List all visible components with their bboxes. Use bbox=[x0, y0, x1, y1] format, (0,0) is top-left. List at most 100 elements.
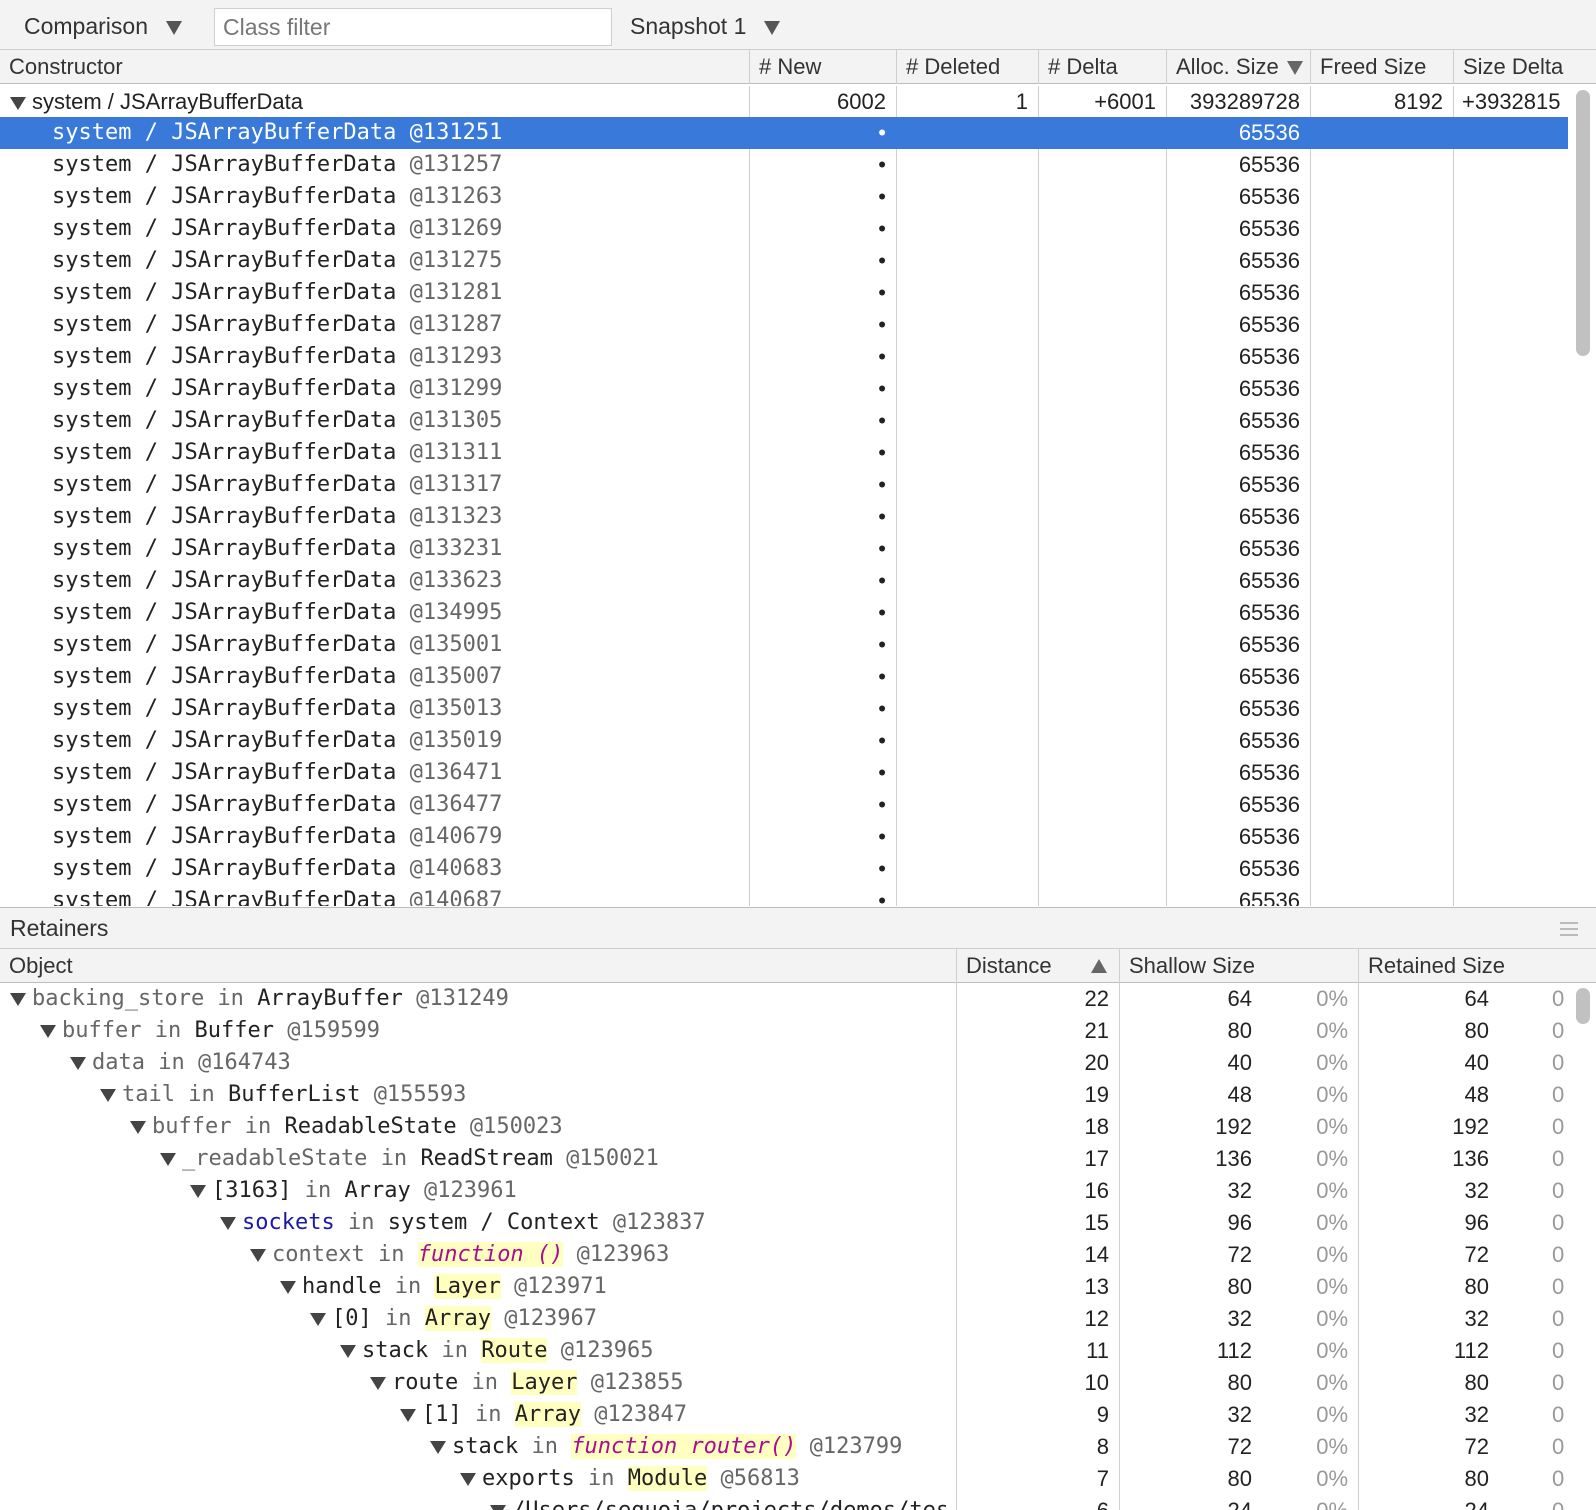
retainer-row[interactable]: route in Layer @123855 10 80 0% 80 0 bbox=[0, 1367, 1568, 1399]
instance-row[interactable]: system / JSArrayBufferData @133623 • 65536 bbox=[0, 565, 1568, 597]
retainer-row[interactable]: stack in Route @123965 11 112 0% 112 0 bbox=[0, 1335, 1568, 1367]
expand-triangle-icon[interactable] bbox=[280, 1280, 296, 1294]
instance-row[interactable]: system / JSArrayBufferData @131275 • 65536 bbox=[0, 245, 1568, 277]
instance-id: @134995 bbox=[409, 600, 503, 625]
col-shallow-size[interactable]: Shallow Size bbox=[1120, 949, 1359, 983]
expand-triangle-icon[interactable] bbox=[10, 96, 26, 110]
expand-triangle-icon[interactable] bbox=[370, 1376, 386, 1390]
retainer-row[interactable]: handle in Layer @123971 13 80 0% 80 0 bbox=[0, 1271, 1568, 1303]
instance-id: @131299 bbox=[409, 376, 503, 401]
constructor-group-row[interactable]: system / JSArrayBufferData 6002 1 +6001 … bbox=[0, 86, 1568, 117]
instance-row[interactable]: system / JSArrayBufferData @135001 • 65536 bbox=[0, 629, 1568, 661]
comparison-scrollbar-thumb[interactable] bbox=[1576, 90, 1590, 356]
instance-new-marker: • bbox=[878, 504, 886, 529]
instance-alloc-size: 65536 bbox=[1238, 760, 1300, 785]
retainer-row[interactable]: context in function () @123963 14 72 0% 72 0 bbox=[0, 1239, 1568, 1271]
retainer-row[interactable]: _readableState in ReadStream @150021 17 13… bbox=[0, 1143, 1568, 1175]
instance-id: @135001 bbox=[409, 632, 503, 657]
instance-row[interactable]: system / JSArrayBufferData @140683 • 65536 bbox=[0, 853, 1568, 885]
retainer-in-keyword: in bbox=[347, 1210, 375, 1235]
retainer-row[interactable]: /Users/sequoia/projects/demos/test- 6240… bbox=[0, 1495, 1568, 1510]
expand-triangle-icon[interactable] bbox=[190, 1184, 206, 1198]
sort-ascending-icon bbox=[1091, 959, 1107, 973]
instance-name: system / JSArrayBufferData bbox=[52, 120, 397, 145]
retainer-row[interactable]: stack in function router() @123799 8 72 0% 7… bbox=[0, 1431, 1568, 1463]
col-retained-size[interactable]: Retained Size bbox=[1359, 949, 1596, 983]
drag-handle-icon[interactable] bbox=[1560, 922, 1578, 940]
instance-row[interactable]: system / JSArrayBufferData @131317 • 65536 bbox=[0, 469, 1568, 501]
col-distance[interactable]: Distance bbox=[957, 949, 1120, 983]
instance-name: system / JSArrayBufferData bbox=[52, 280, 397, 305]
retainer-in-keyword: in bbox=[531, 1434, 558, 1459]
expand-triangle-icon[interactable] bbox=[310, 1312, 326, 1326]
retainer-row[interactable]: [1] in Array @123847 9 32 0% 32 0 bbox=[0, 1399, 1568, 1431]
instance-name: system / JSArrayBufferData bbox=[52, 248, 397, 273]
retainer-shallow-percent: 0% bbox=[1316, 1370, 1348, 1395]
expand-triangle-icon[interactable] bbox=[130, 1120, 146, 1134]
instance-row[interactable]: system / JSArrayBufferData @131257 • 65536 bbox=[0, 149, 1568, 181]
expand-triangle-icon[interactable] bbox=[490, 1504, 506, 1510]
expand-triangle-icon[interactable] bbox=[10, 992, 26, 1006]
col-new[interactable]: # New bbox=[750, 50, 897, 84]
expand-triangle-icon[interactable] bbox=[100, 1088, 116, 1102]
retainer-in-keyword: in bbox=[394, 1274, 422, 1299]
col-object[interactable]: Object bbox=[0, 949, 957, 983]
retainer-row[interactable]: data in @164743 20 40 0% 40 0 bbox=[0, 1047, 1568, 1079]
retainer-row[interactable]: [3163] in Array @123961 16 32 0% 32 0 bbox=[0, 1175, 1568, 1207]
expand-triangle-icon[interactable] bbox=[340, 1344, 356, 1358]
retainer-row[interactable]: [0] in Array @123967 12 32 0% 32 0 bbox=[0, 1303, 1568, 1335]
instance-row[interactable]: system / JSArrayBufferData @131281 • 65536 bbox=[0, 277, 1568, 309]
retainer-retained-size: 32 bbox=[1464, 1402, 1489, 1427]
class-filter-input[interactable] bbox=[214, 8, 612, 46]
retainer-row[interactable]: sockets in system / Context @123837 15 96 0… bbox=[0, 1207, 1568, 1239]
retainers-scrollbar-thumb[interactable] bbox=[1576, 988, 1590, 1024]
instance-row[interactable]: system / JSArrayBufferData @131293 • 65536 bbox=[0, 341, 1568, 373]
base-snapshot-select[interactable]: Snapshot 1 bbox=[630, 10, 781, 42]
retainer-shallow-percent: 0% bbox=[1316, 1050, 1348, 1075]
retainer-id: @159599 bbox=[287, 1018, 380, 1043]
col-freed-size[interactable]: Freed Size bbox=[1311, 50, 1454, 84]
instance-row[interactable]: system / JSArrayBufferData @131251 • 65536 bbox=[0, 117, 1568, 149]
col-deleted[interactable]: # Deleted bbox=[897, 50, 1039, 84]
view-mode-select[interactable]: Comparison bbox=[24, 10, 182, 42]
instance-row[interactable]: system / JSArrayBufferData @134995 • 65536 bbox=[0, 597, 1568, 629]
col-delta[interactable]: # Delta bbox=[1039, 50, 1167, 84]
expand-triangle-icon[interactable] bbox=[70, 1056, 86, 1070]
retainer-row[interactable]: buffer in ReadableState @150023 18 192 0% 19… bbox=[0, 1111, 1568, 1143]
col-size-delta[interactable]: Size Delta bbox=[1454, 50, 1596, 84]
instance-row[interactable]: system / JSArrayBufferData @131311 • 65536 bbox=[0, 437, 1568, 469]
instance-row[interactable]: system / JSArrayBufferData @140679 • 65536 bbox=[0, 821, 1568, 853]
instance-row[interactable]: system / JSArrayBufferData @136477 • 65536 bbox=[0, 789, 1568, 821]
retainer-field: exports bbox=[482, 1466, 575, 1491]
col-constructor[interactable]: Constructor bbox=[0, 50, 750, 84]
retainer-row[interactable]: backing_store in ArrayBuffer @131249 22 64… bbox=[0, 983, 1568, 1015]
instance-row[interactable]: system / JSArrayBufferData @131305 • 65536 bbox=[0, 405, 1568, 437]
retainer-retained-size: 64 bbox=[1464, 986, 1489, 1011]
expand-triangle-icon[interactable] bbox=[160, 1152, 176, 1166]
expand-triangle-icon[interactable] bbox=[460, 1472, 476, 1486]
instance-row[interactable]: system / JSArrayBufferData @140687 • 65536 bbox=[0, 885, 1568, 906]
expand-triangle-icon[interactable] bbox=[40, 1024, 56, 1038]
expand-triangle-icon[interactable] bbox=[400, 1408, 416, 1422]
expand-triangle-icon[interactable] bbox=[220, 1216, 236, 1230]
instance-row[interactable]: system / JSArrayBufferData @135007 • 65536 bbox=[0, 661, 1568, 693]
instance-row[interactable]: system / JSArrayBufferData @135013 • 65536 bbox=[0, 693, 1568, 725]
retainer-type: ArrayBuffer bbox=[257, 986, 403, 1011]
instance-row[interactable]: system / JSArrayBufferData @131269 • 65536 bbox=[0, 213, 1568, 245]
instance-row[interactable]: system / JSArrayBufferData @131323 • 65536 bbox=[0, 501, 1568, 533]
col-alloc-size[interactable]: Alloc. Size bbox=[1167, 50, 1311, 84]
retainer-row[interactable]: tail in BufferList @155593 19 48 0% 48 0 bbox=[0, 1079, 1568, 1111]
instance-row[interactable]: system / JSArrayBufferData @133231 • 65536 bbox=[0, 533, 1568, 565]
instance-row[interactable]: system / JSArrayBufferData @135019 • 65536 bbox=[0, 725, 1568, 757]
instance-new-marker: • bbox=[878, 472, 886, 497]
instance-row[interactable]: system / JSArrayBufferData @131299 • 65536 bbox=[0, 373, 1568, 405]
expand-triangle-icon[interactable] bbox=[430, 1440, 446, 1454]
retainer-row[interactable]: exports in Module @56813 7 80 0% 80 0 bbox=[0, 1463, 1568, 1495]
retainer-row[interactable]: buffer in Buffer @159599 21 80 0% 80 0 bbox=[0, 1015, 1568, 1047]
retainer-retained-percent: 0 bbox=[1552, 1082, 1565, 1107]
instance-id: @131257 bbox=[409, 152, 503, 177]
instance-row[interactable]: system / JSArrayBufferData @131287 • 65536 bbox=[0, 309, 1568, 341]
expand-triangle-icon[interactable] bbox=[250, 1248, 266, 1262]
instance-row[interactable]: system / JSArrayBufferData @131263 • 65536 bbox=[0, 181, 1568, 213]
instance-row[interactable]: system / JSArrayBufferData @136471 • 65536 bbox=[0, 757, 1568, 789]
